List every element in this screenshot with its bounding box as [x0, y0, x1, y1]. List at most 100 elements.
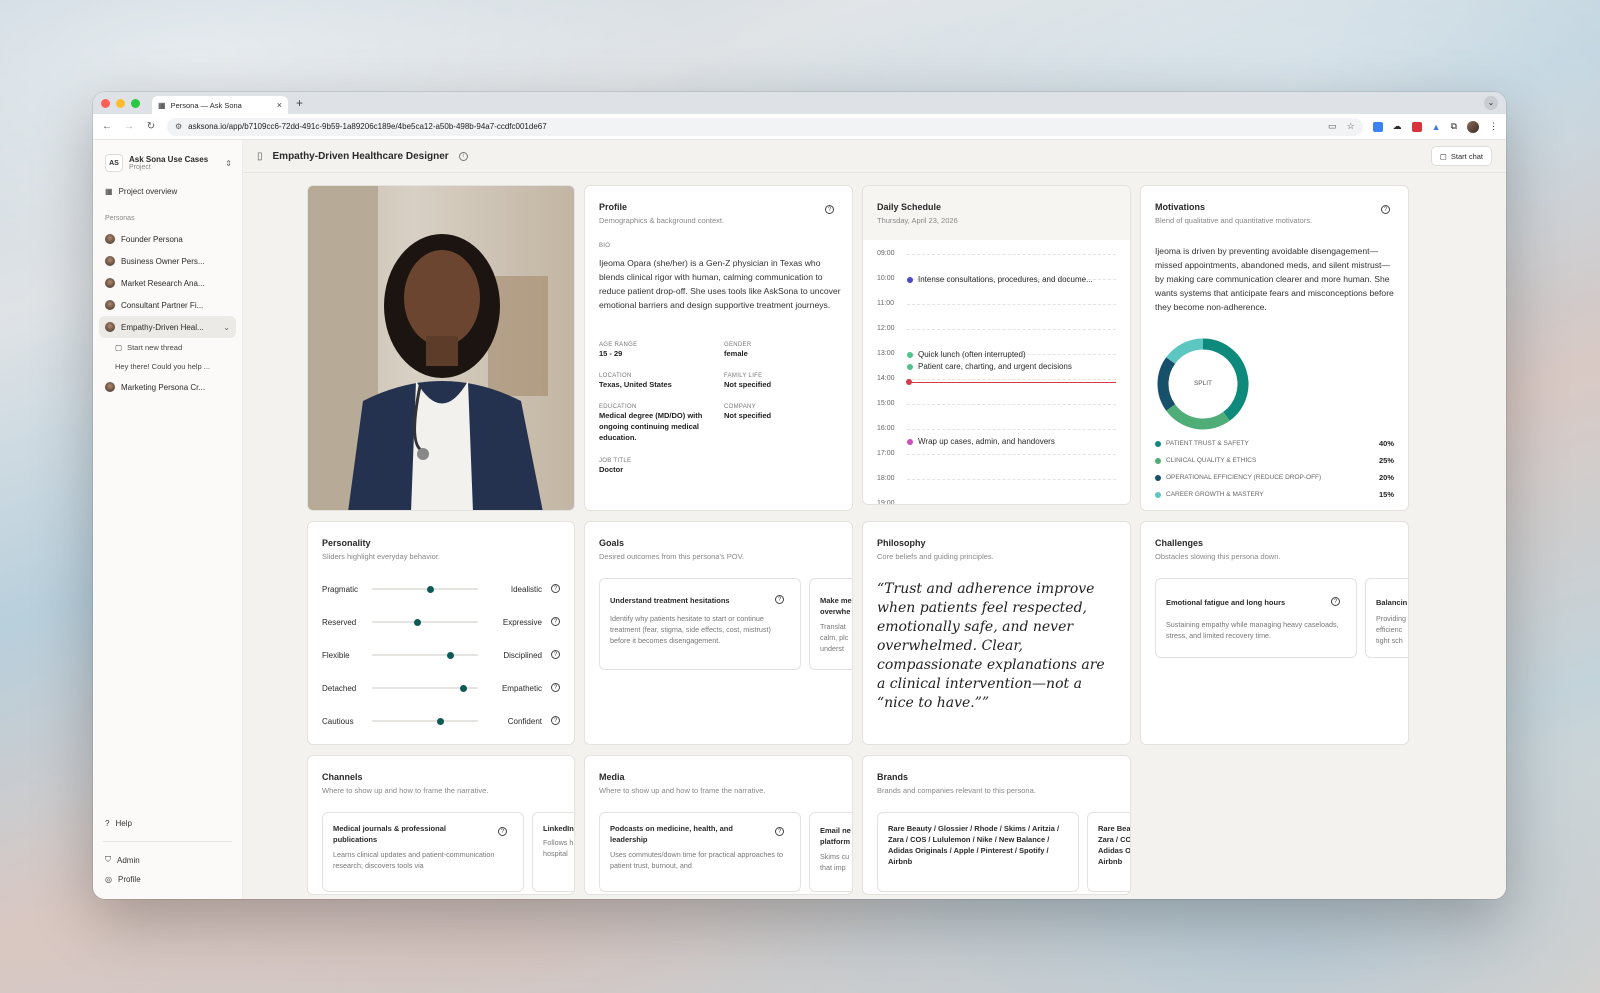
slider-thumb[interactable] [413, 618, 421, 626]
sidebar-item-persona[interactable]: Market Research Ana... [93, 272, 242, 294]
family-value: Not specified [724, 380, 772, 389]
help-icon[interactable]: ? [551, 584, 560, 593]
personality-subtitle: Sliders highlight everyday behavior. [322, 552, 440, 561]
media-item[interactable]: Podcasts on medicine, health, and leader… [599, 812, 801, 892]
reload-icon[interactable]: ↻ [145, 121, 157, 132]
slider-thumb[interactable] [447, 651, 455, 659]
help-icon[interactable]: ? [551, 716, 560, 725]
admin-link[interactable]: ⛉ Admin [93, 850, 242, 870]
schedule-event[interactable]: Quick lunch (often interrupted) [907, 350, 1026, 359]
brand-item[interactable]: Rare Bea Zara / CO Adidas O Airbnb [1087, 812, 1130, 892]
persona-avatar [105, 256, 115, 266]
minimize-window-button[interactable] [116, 98, 125, 108]
back-icon[interactable]: ← [101, 121, 113, 132]
cloud-icon[interactable]: ☁ [1393, 121, 1402, 132]
info-icon[interactable]: i [458, 151, 468, 161]
hour-label: 17:00 [877, 450, 895, 457]
project-switcher[interactable]: AS Ask Sona Use Cases Project ⇕ [93, 140, 242, 182]
channel-item[interactable]: LinkedIn Follows h hospital [532, 812, 574, 892]
sidebar-item-persona[interactable]: Business Owner Pers... [93, 250, 242, 272]
personality-slider[interactable]: Flexible Disciplined? [322, 649, 560, 661]
maximize-window-button[interactable] [131, 98, 140, 108]
personality-slider[interactable]: Reserved Expressive? [322, 616, 560, 628]
address-bar[interactable]: ⚙ asksona.io/app/b7109cc6-72dd-491c-9b59… [167, 117, 1363, 136]
personality-slider[interactable]: Cautious Confident? [322, 715, 560, 727]
philosophy-quote: “Trust and adherence improve when patien… [877, 581, 1105, 711]
challenge-title: Balancin [1376, 598, 1408, 607]
help-icon[interactable]: ? [1331, 597, 1340, 606]
personality-slider[interactable]: Pragmatic Idealistic? [322, 583, 560, 595]
chevron-down-icon[interactable]: ⌄ [223, 323, 230, 332]
site-info-icon[interactable]: ⚙ [175, 122, 182, 131]
extension-red-icon[interactable] [1411, 121, 1422, 132]
media-item[interactable]: Email ne platform Skims cu that imp [809, 812, 852, 892]
challenge-item[interactable]: Balancin Providing efficienc tight sch [1365, 578, 1408, 658]
sidebar-item-persona-active[interactable]: Empathy-Driven Heal... ⌄ [99, 316, 236, 338]
sidebar-item-persona[interactable]: Founder Persona [93, 228, 242, 250]
help-icon[interactable]: ? [498, 827, 507, 836]
help-icon[interactable]: ? [1381, 205, 1390, 214]
thread-preview: Hey there! Could you help ... [115, 362, 211, 371]
sidebar-toggle-icon[interactable]: ▯ [257, 151, 263, 162]
persona-label: Market Research Ana... [121, 278, 205, 288]
tab-title: Persona — Ask Sona [170, 100, 242, 110]
help-link[interactable]: ? Help [93, 814, 242, 833]
browser-tab[interactable]: ▦ Persona — Ask Sona × [152, 96, 288, 114]
close-window-button[interactable] [101, 98, 110, 108]
legend-pct: 25% [1378, 456, 1394, 465]
profile-link[interactable]: ◎ Profile [93, 870, 242, 889]
brand-list: Rare Beauty / Glossier / Rhode / Skims /… [888, 824, 1060, 866]
slider-thumb[interactable] [427, 585, 435, 593]
hour-gridline [907, 329, 1116, 330]
menu-dots-icon[interactable]: ⋮ [1489, 121, 1498, 132]
drive-icon[interactable]: ▲ [1432, 122, 1441, 132]
project-overview-link[interactable]: ▦ Project overview [93, 182, 242, 201]
close-tab-icon[interactable]: × [277, 100, 282, 110]
media-item-title: Email ne platform [820, 826, 851, 846]
bookmark-star-icon[interactable]: ☆ [1347, 121, 1355, 132]
goal-item[interactable]: Make me overwhe Translat calm, plc under… [809, 578, 852, 670]
persona-label: Founder Persona [121, 234, 183, 244]
sidebar-item-persona[interactable]: Marketing Persona Cr... [93, 376, 242, 398]
challenge-item[interactable]: Emotional fatigue and long hours ? Susta… [1155, 578, 1357, 658]
tab-search-icon[interactable]: ⌄ [1484, 96, 1498, 110]
slider-thumb[interactable] [436, 717, 444, 725]
browser-profile-avatar[interactable] [1467, 120, 1479, 133]
extension-blue-icon[interactable] [1372, 121, 1383, 132]
slider-left-label: Flexible [322, 650, 350, 660]
cast-icon[interactable]: ▭ [1328, 121, 1337, 132]
slider-track[interactable] [372, 585, 478, 593]
age-value: 15 - 29 [599, 349, 623, 358]
schedule-event[interactable]: Wrap up cases, admin, and handovers [907, 437, 1055, 446]
new-tab-button[interactable]: + [296, 96, 303, 110]
help-icon[interactable]: ? [825, 205, 834, 214]
personality-slider[interactable]: Detached Empathetic? [322, 682, 560, 694]
thread-item[interactable]: Hey there! Could you help ... [93, 357, 242, 376]
help-icon[interactable]: ? [775, 827, 784, 836]
slider-track[interactable] [372, 618, 478, 626]
help-icon[interactable]: ? [775, 595, 784, 604]
slider-track[interactable] [372, 684, 478, 692]
slider-track[interactable] [372, 717, 478, 725]
channel-item[interactable]: Medical journals & professional publicat… [322, 812, 524, 892]
goal-item[interactable]: Understand treatment hesitations ? Ident… [599, 578, 801, 670]
sidebar-item-persona[interactable]: Consultant Partner Fi... [93, 294, 242, 316]
schedule-event[interactable]: Intense consultations, procedures, and d… [907, 275, 1093, 284]
slider-thumb[interactable] [460, 684, 468, 692]
schedule-event[interactable]: Patient care, charting, and urgent decis… [907, 362, 1072, 371]
help-icon[interactable]: ? [551, 683, 560, 692]
help-icon[interactable]: ? [551, 617, 560, 626]
start-thread-label: Start new thread [127, 343, 183, 352]
persona-label: Consultant Partner Fi... [121, 300, 204, 310]
event-dot [907, 276, 913, 283]
puzzle-icon[interactable]: ⧉ [1451, 121, 1457, 132]
start-chat-button[interactable]: ▢ Start chat [1430, 146, 1492, 166]
forward-icon[interactable]: → [123, 121, 135, 132]
slider-track[interactable] [372, 651, 478, 659]
start-chat-label: Start chat [1450, 151, 1483, 161]
legend-label: CAREER GROWTH & MASTERY [1166, 491, 1264, 498]
start-new-thread-link[interactable]: ▢ Start new thread [93, 338, 242, 357]
personas-section-label: Personas [105, 215, 135, 222]
brand-item[interactable]: Rare Beauty / Glossier / Rhode / Skims /… [877, 812, 1079, 892]
help-icon[interactable]: ? [551, 650, 560, 659]
